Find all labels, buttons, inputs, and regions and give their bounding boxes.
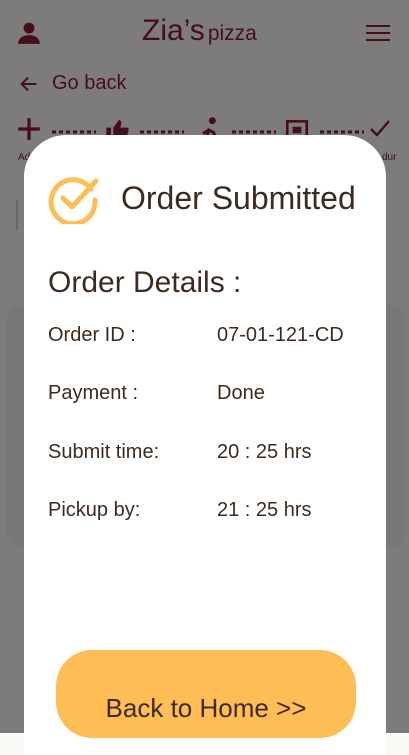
detail-value: 07-01-121-CD (217, 324, 344, 346)
detail-value: 21 : 25 hrs (217, 499, 312, 521)
detail-row-payment: Payment : Done (48, 382, 368, 408)
detail-label: Order ID : (48, 324, 136, 346)
order-submitted-modal: Order Submitted Order Details : Order ID… (24, 135, 386, 755)
detail-row-submit-time: Submit time: 20 : 25 hrs (48, 441, 368, 467)
detail-value: 20 : 25 hrs (217, 441, 312, 463)
detail-row-pickup: Pickup by: 21 : 25 hrs (48, 499, 368, 525)
back-to-home-button[interactable]: Back to Home >> (56, 650, 356, 738)
check-circle-icon (48, 177, 99, 224)
order-details-heading: Order Details : (48, 266, 242, 299)
modal-title: Order Submitted (121, 180, 356, 216)
detail-label: Submit time: (48, 441, 160, 463)
detail-row-order-id: Order ID : 07-01-121-CD (48, 324, 368, 350)
detail-value: Done (217, 382, 265, 404)
detail-label: Payment : (48, 382, 139, 404)
detail-label: Pickup by: (48, 499, 141, 521)
